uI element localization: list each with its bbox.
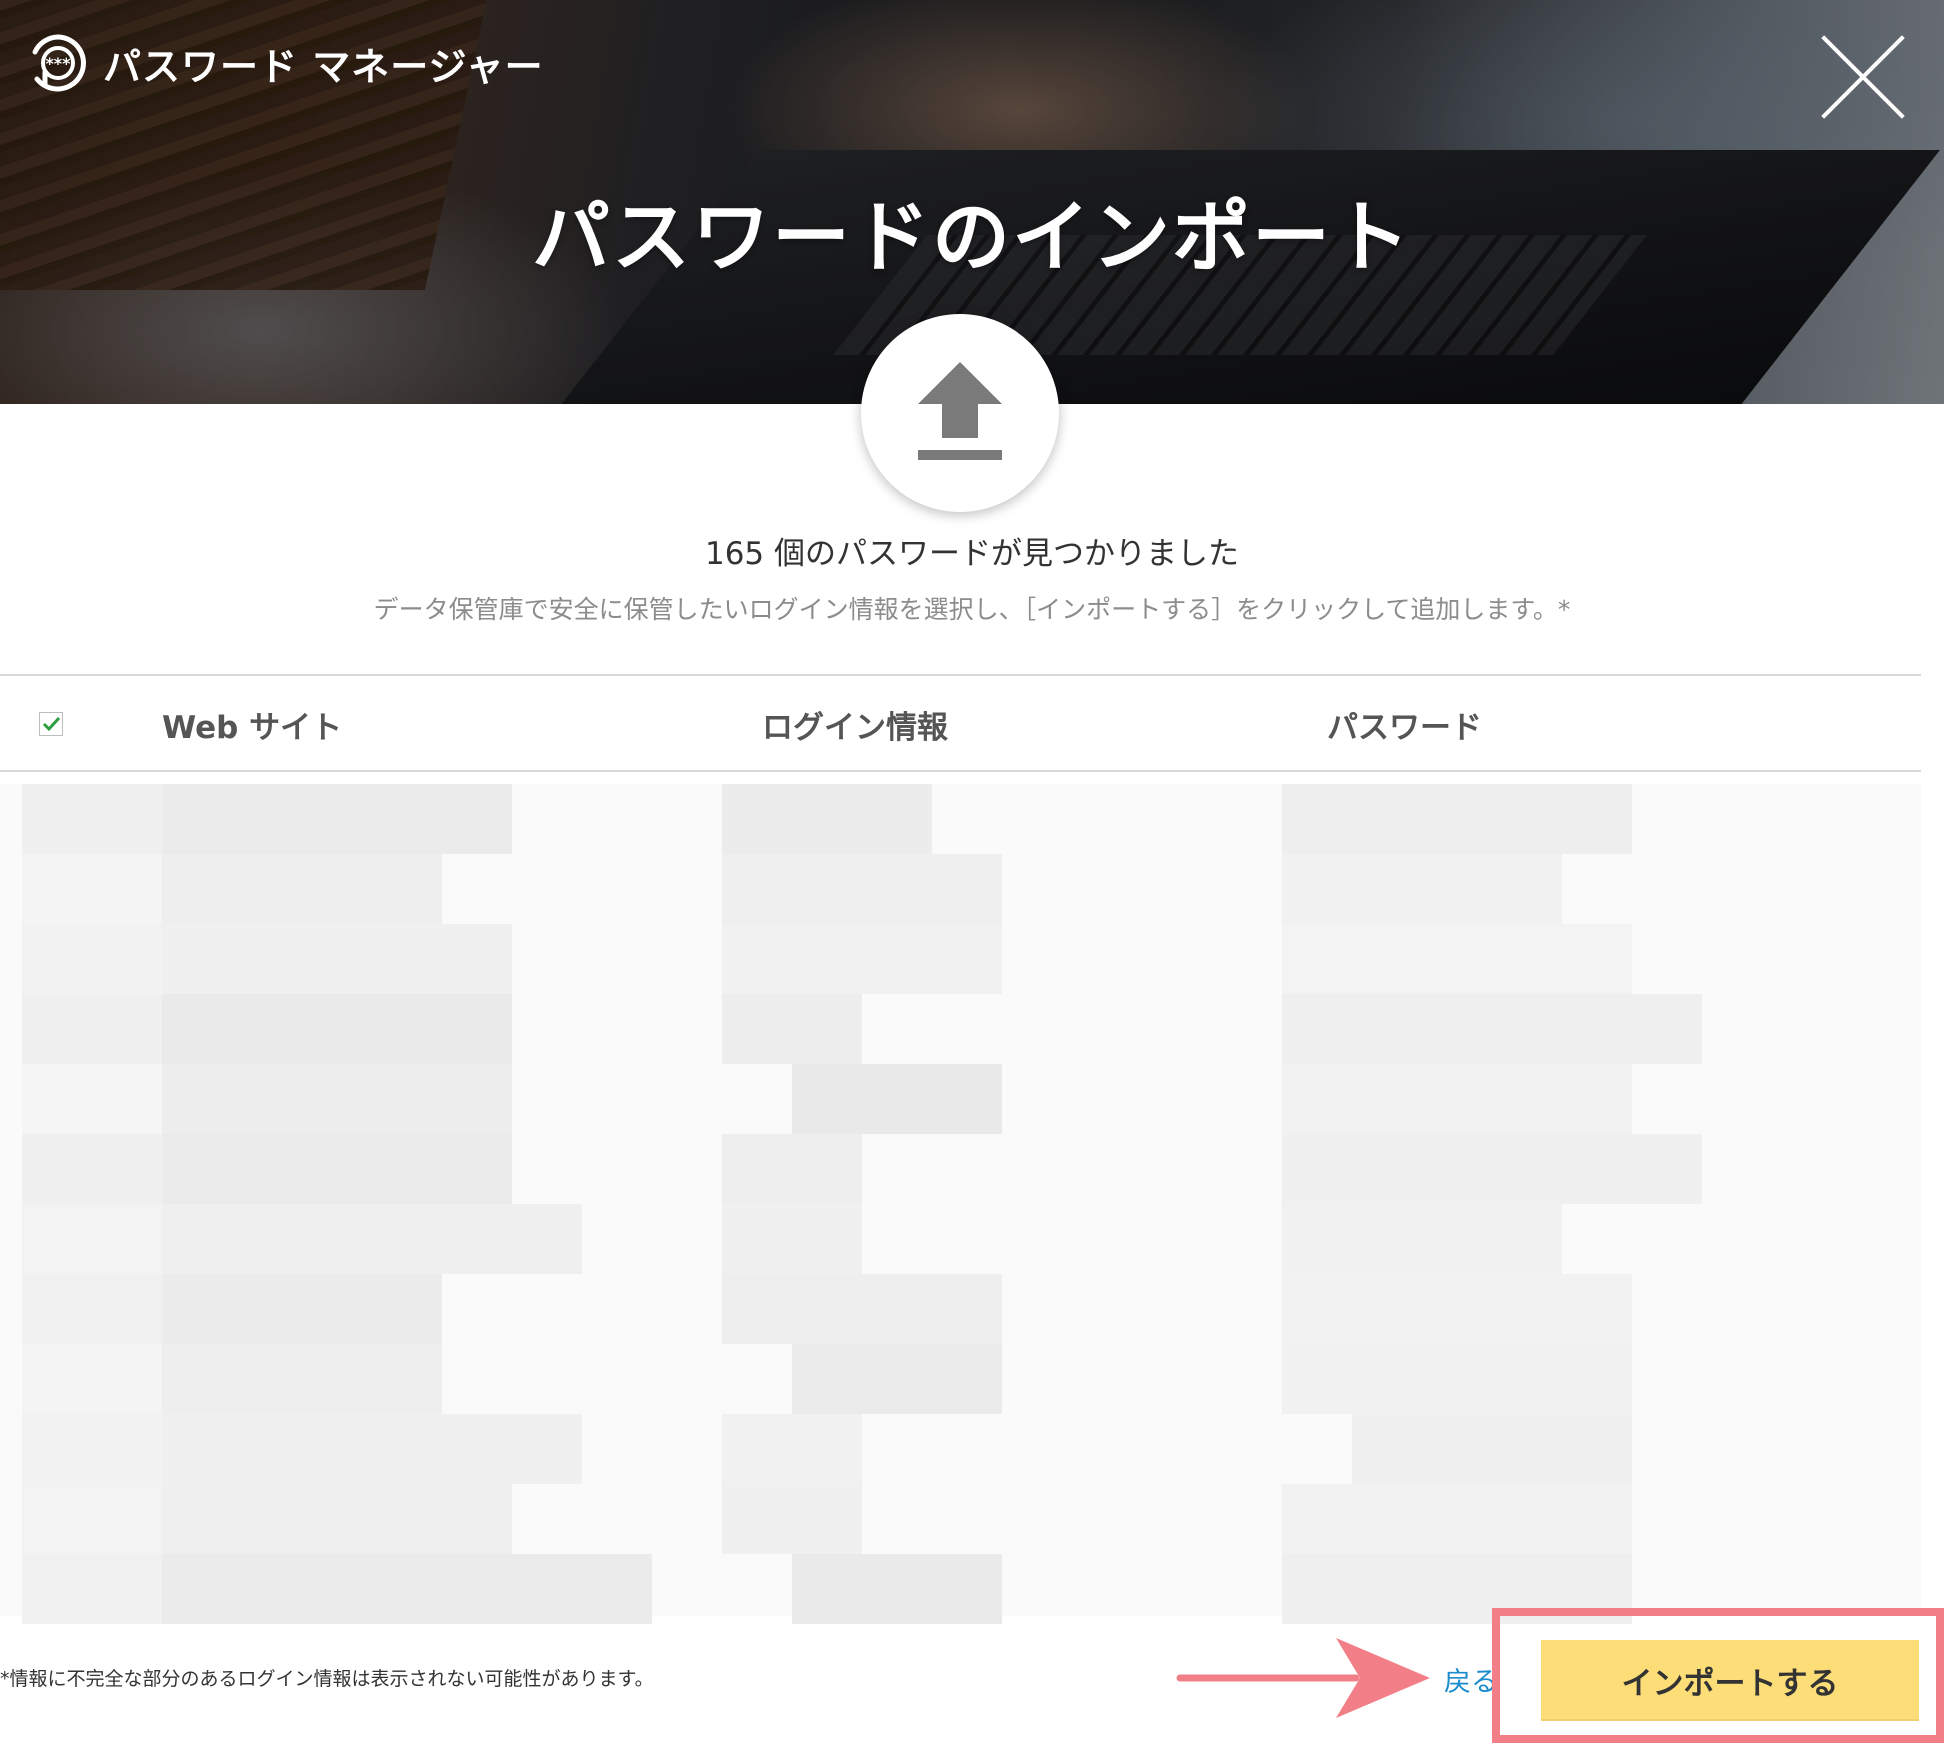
table-row[interactable] xyxy=(0,924,1921,994)
column-header-password[interactable]: パスワード xyxy=(1327,702,1482,747)
upload-icon xyxy=(918,362,1002,460)
table-row[interactable] xyxy=(0,1274,1921,1344)
checkmark-icon xyxy=(42,716,61,732)
table-row[interactable] xyxy=(0,994,1921,1064)
table-header-divider xyxy=(0,770,1921,772)
password-list xyxy=(0,784,1921,1624)
instruction-text: データ保管庫で安全に保管したいログイン情報を選択し、［インポートする］をクリック… xyxy=(373,595,1571,624)
found-count-text: 165 個のパスワードが見つかりました xyxy=(704,536,1240,572)
table-row[interactable] xyxy=(0,854,1921,924)
page-title: パスワードのインポート xyxy=(531,193,1412,283)
column-header-login[interactable]: ログイン情報 xyxy=(762,702,948,747)
table-row[interactable] xyxy=(0,1344,1921,1414)
import-button[interactable]: インポートする xyxy=(1541,1640,1919,1721)
table-row[interactable] xyxy=(0,784,1921,854)
footnote-text: *情報に不完全な部分のあるログイン情報は表示されない可能性があります。 xyxy=(0,1668,654,1690)
table-row[interactable] xyxy=(0,1414,1921,1484)
svg-text:***: *** xyxy=(45,54,71,73)
upload-badge xyxy=(861,314,1059,512)
table-top-divider xyxy=(0,674,1921,676)
app-logo: *** パスワード マネージャー xyxy=(27,32,544,94)
column-header-website[interactable]: Web サイト xyxy=(162,702,342,747)
back-link[interactable]: 戻る xyxy=(1444,1660,1498,1699)
table-row[interactable] xyxy=(0,1484,1921,1554)
table-row[interactable] xyxy=(0,1064,1921,1134)
password-manager-logo-icon: *** xyxy=(32,34,86,92)
close-button[interactable] xyxy=(1820,34,1906,120)
table-row[interactable] xyxy=(0,1204,1921,1274)
select-all-checkbox[interactable] xyxy=(39,712,63,736)
annotation-arrow-icon xyxy=(1176,1638,1430,1718)
app-name: パスワード マネージャー xyxy=(103,44,544,89)
table-row[interactable] xyxy=(0,1134,1921,1204)
